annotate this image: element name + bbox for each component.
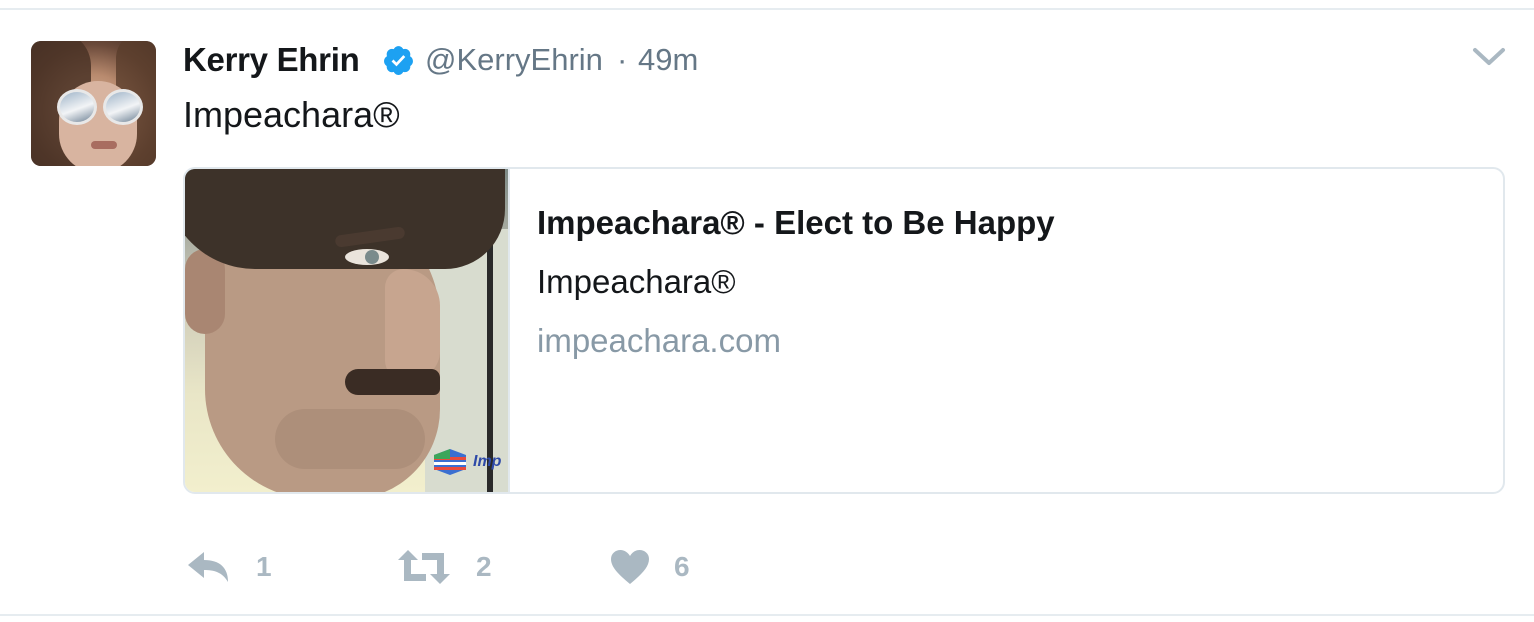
author-avatar[interactable] xyxy=(31,41,156,166)
avatar-sunglasses-left xyxy=(57,89,97,125)
card-divider xyxy=(508,169,510,492)
tweet-timestamp[interactable]: 49m xyxy=(638,38,698,82)
card-image-chin xyxy=(275,409,425,469)
author-handle[interactable]: @KerryEhrin xyxy=(425,38,603,82)
like-button[interactable]: 6 xyxy=(610,544,690,590)
like-count: 6 xyxy=(674,551,690,582)
tweet-text: Impeachara® xyxy=(183,94,400,135)
reply-count: 1 xyxy=(256,551,272,582)
retweet-count: 2 xyxy=(476,551,492,582)
retweet-button[interactable]: 2 xyxy=(396,544,492,590)
verified-badge-icon xyxy=(384,46,413,75)
card-description: Impeachara® xyxy=(537,263,736,300)
card-image[interactable]: Imp xyxy=(185,169,508,492)
card-domain[interactable]: impeachara.com xyxy=(537,319,781,363)
avatar-sunglasses-right xyxy=(103,89,143,125)
link-card[interactable]: Imp Impeachara® - Elect to Be Happy Impe… xyxy=(183,167,1505,494)
retweet-icon xyxy=(398,550,450,584)
bottom-divider xyxy=(0,614,1534,616)
card-image-mustache xyxy=(345,369,440,395)
reply-button[interactable]: 1 xyxy=(186,544,272,590)
author-name[interactable]: Kerry Ehrin xyxy=(183,38,360,82)
card-title[interactable]: Impeachara® - Elect to Be Happy xyxy=(537,201,1055,245)
card-image-iris xyxy=(365,250,379,264)
card-image-nose xyxy=(385,269,440,379)
impeachara-logo-text: Imp xyxy=(473,453,502,470)
meta-separator: · xyxy=(617,42,628,77)
impeachara-logo-icon xyxy=(434,449,466,475)
heart-icon xyxy=(611,550,649,584)
top-divider xyxy=(0,8,1534,10)
avatar-mouth xyxy=(91,141,117,149)
reply-icon xyxy=(188,552,228,582)
chevron-down-icon[interactable] xyxy=(1472,46,1506,68)
